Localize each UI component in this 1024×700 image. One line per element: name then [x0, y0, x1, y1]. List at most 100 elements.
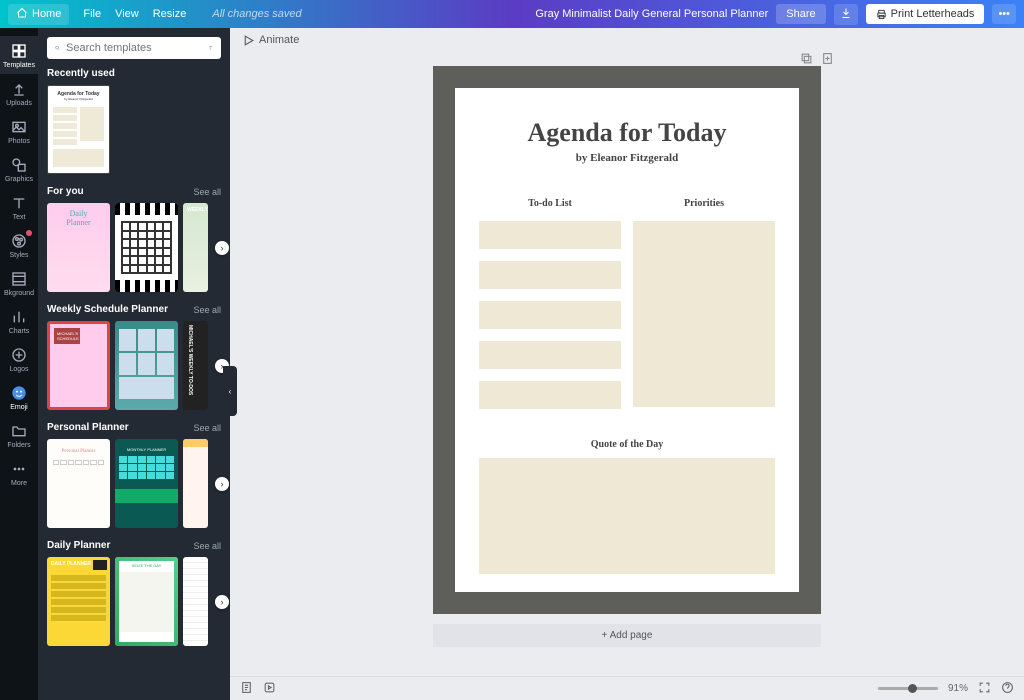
todo-item[interactable]: [479, 221, 621, 249]
resize-menu[interactable]: Resize: [153, 8, 187, 20]
document-title[interactable]: Gray Minimalist Daily General Personal P…: [535, 8, 768, 20]
help-button[interactable]: [1001, 681, 1014, 697]
template-thumb[interactable]: WORKOUT SCHEDULE: [115, 203, 178, 292]
search-input[interactable]: [66, 42, 208, 54]
bottom-bar: 91%: [230, 676, 1024, 700]
todo-item[interactable]: [479, 341, 621, 369]
see-all-link[interactable]: See all: [193, 305, 221, 315]
rail-charts-label: Charts: [9, 328, 30, 335]
add-page-button[interactable]: + Add page: [433, 624, 821, 647]
scroll-right-button[interactable]: ›: [215, 477, 229, 491]
printer-icon: [876, 9, 887, 20]
notes-icon: [240, 681, 253, 694]
notes-button[interactable]: [240, 681, 253, 697]
template-thumb[interactable]: [183, 557, 208, 646]
page-title[interactable]: Agenda for Today: [479, 118, 775, 148]
rail-logos-label: Logos: [9, 366, 28, 373]
rail-more[interactable]: More: [0, 454, 38, 492]
animate-label: Animate: [259, 34, 299, 46]
filter-icon[interactable]: [208, 42, 213, 54]
rail-uploads[interactable]: Uploads: [0, 74, 38, 112]
template-thumb[interactable]: MICHAEL'S WEEKLY TO-DOS: [183, 321, 208, 410]
duration-button[interactable]: [263, 681, 276, 697]
duration-icon: [263, 681, 276, 694]
file-menu[interactable]: File: [83, 8, 101, 20]
rail-bkground[interactable]: Bkground: [0, 264, 38, 302]
zoom-percent[interactable]: 91%: [948, 683, 968, 694]
daily-title: Daily Planner: [47, 540, 110, 551]
rail-charts[interactable]: Charts: [0, 302, 38, 340]
rail-styles-label: Styles: [9, 252, 28, 259]
fullscreen-button[interactable]: [978, 681, 991, 697]
new-page-button[interactable]: [821, 52, 834, 68]
priorities-box[interactable]: [633, 221, 775, 407]
rail-photos[interactable]: Photos: [0, 112, 38, 150]
template-thumb[interactable]: SEIZE THE DAY: [115, 557, 178, 646]
rail-logos[interactable]: Logos: [0, 340, 38, 378]
todo-item[interactable]: [479, 261, 621, 289]
rail-graphics[interactable]: Graphics: [0, 150, 38, 188]
template-thumb[interactable]: MONTHLY PLANNER: [115, 439, 178, 528]
canvas-area: ‹ Animate Agenda for Today by Eleanor Fi…: [230, 28, 1024, 700]
rail-text-label: Text: [13, 214, 26, 221]
rail-styles[interactable]: Styles: [0, 226, 38, 264]
scroll-right-button[interactable]: ›: [215, 595, 229, 609]
folders-icon: [11, 423, 27, 439]
template-thumb[interactable]: [115, 321, 178, 410]
rail-photos-label: Photos: [8, 138, 30, 145]
recent-thumb[interactable]: Agenda for Today by Eleanor Fitzgerald: [47, 85, 110, 174]
zoom-slider[interactable]: [878, 687, 938, 690]
scroll-right-button[interactable]: ›: [215, 241, 229, 255]
template-thumb[interactable]: MICHAEL'S SCHEDULE: [47, 321, 110, 410]
share-button[interactable]: Share: [776, 4, 825, 24]
rail-emoji[interactable]: Emoji: [0, 378, 38, 416]
quote-heading[interactable]: Quote of the Day: [479, 439, 775, 450]
template-thumb[interactable]: Personal Planner: [47, 439, 110, 528]
rail-templates[interactable]: Templates: [0, 36, 38, 74]
animate-icon: [242, 34, 255, 47]
quote-box[interactable]: [479, 458, 775, 574]
see-all-link[interactable]: See all: [193, 423, 221, 433]
print-button[interactable]: Print Letterheads: [866, 4, 985, 24]
canvas-page[interactable]: Agenda for Today by Eleanor Fitzgerald T…: [433, 66, 821, 614]
new-page-icon: [821, 52, 834, 65]
duplicate-icon: [800, 52, 813, 65]
see-all-link[interactable]: See all: [193, 187, 221, 197]
view-menu[interactable]: View: [115, 8, 139, 20]
print-label: Print Letterheads: [891, 8, 975, 20]
rail-folders[interactable]: Folders: [0, 416, 38, 454]
fullscreen-icon: [978, 681, 991, 694]
upload-icon: [11, 81, 27, 97]
template-thumb[interactable]: Daily Planner: [47, 203, 110, 292]
text-icon: [11, 195, 27, 211]
template-thumb[interactable]: WEEKLY: [183, 203, 208, 292]
template-thumb[interactable]: [183, 439, 208, 528]
charts-icon: [11, 309, 27, 325]
search-input-wrap[interactable]: [47, 37, 221, 59]
home-button[interactable]: Home: [8, 4, 69, 25]
todo-heading[interactable]: To-do List: [479, 198, 621, 209]
notification-dot: [26, 230, 32, 236]
todo-item[interactable]: [479, 381, 621, 409]
rail-folders-label: Folders: [7, 442, 30, 449]
todo-item[interactable]: [479, 301, 621, 329]
rail-more-label: More: [11, 480, 27, 487]
slider-thumb[interactable]: [908, 684, 917, 693]
emoji-icon: [11, 385, 27, 401]
animate-button[interactable]: Animate: [242, 34, 299, 47]
bkground-icon: [11, 271, 27, 287]
rail-bkground-label: Bkground: [4, 290, 34, 297]
priorities-heading[interactable]: Priorities: [633, 198, 775, 209]
topbar-right: Gray Minimalist Daily General Personal P…: [535, 4, 1016, 25]
styles-icon: [11, 233, 27, 249]
more-button[interactable]: •••: [992, 4, 1016, 24]
rail-text[interactable]: Text: [0, 188, 38, 226]
download-button[interactable]: [834, 4, 858, 25]
icon-rail: Templates Uploads Photos Graphics Text S…: [0, 28, 38, 700]
template-thumb[interactable]: DAILY PLANNER: [47, 557, 110, 646]
weekly-title: Weekly Schedule Planner: [47, 304, 168, 315]
page-subtitle[interactable]: by Eleanor Fitzgerald: [479, 152, 775, 164]
see-all-link[interactable]: See all: [193, 541, 221, 551]
topbar-left: Home File View Resize All changes saved: [8, 4, 302, 25]
recent-title: Recently used: [47, 68, 115, 79]
